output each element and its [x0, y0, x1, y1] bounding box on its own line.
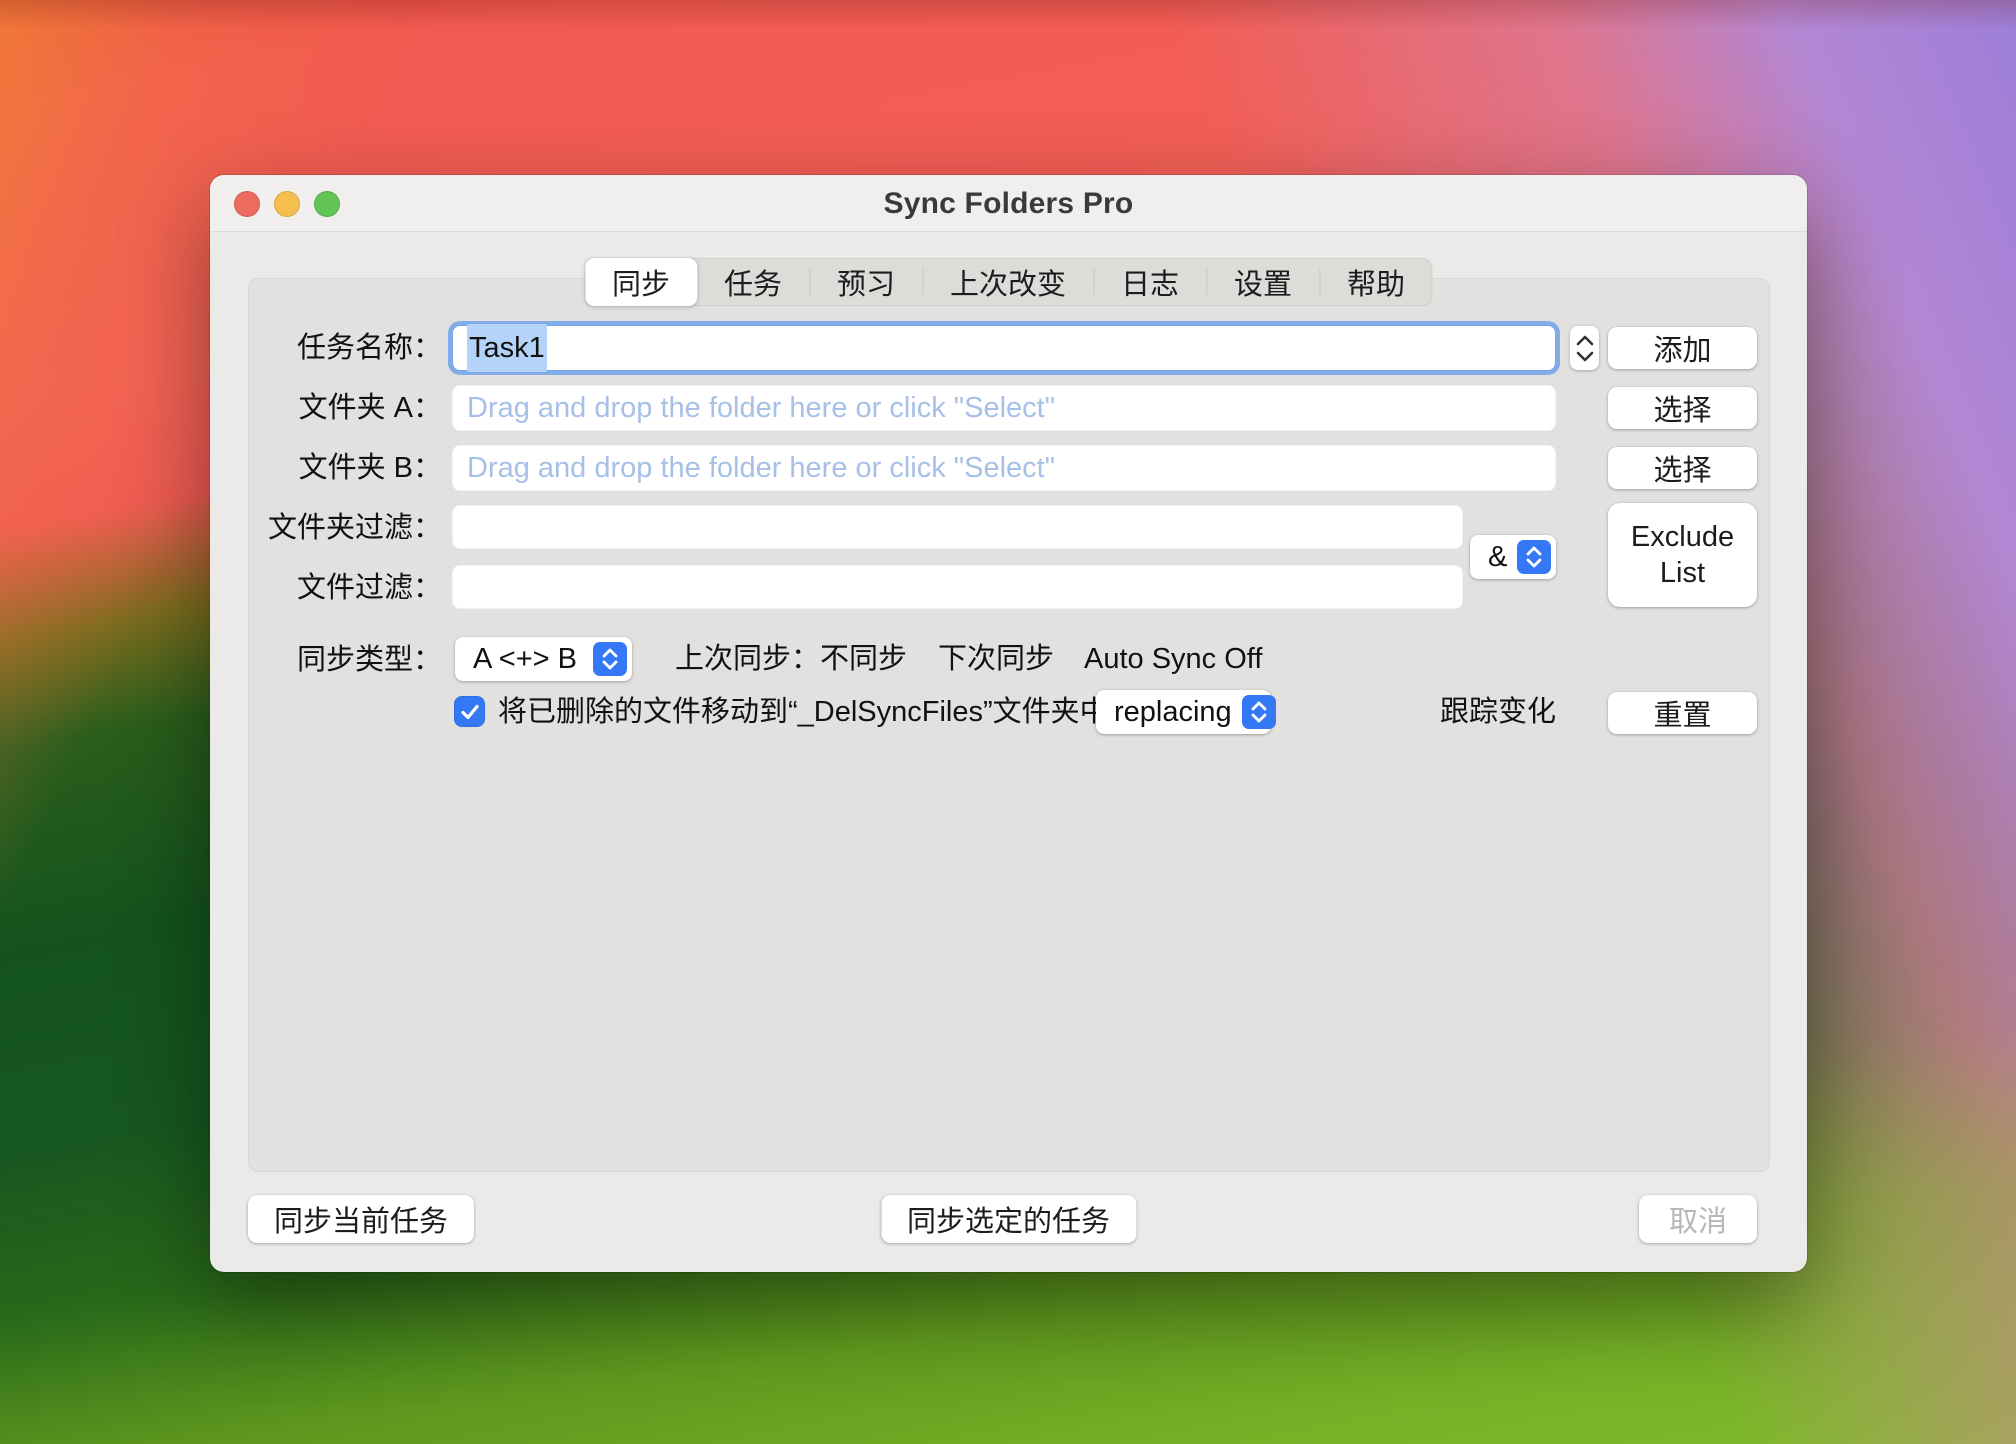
add-task-button[interactable]: 添加	[1608, 327, 1757, 369]
folder-b-label: 文件夹 B：	[248, 445, 442, 491]
folder-a-input[interactable]	[452, 385, 1556, 431]
replace-mode-popup[interactable]: replacing	[1096, 690, 1271, 734]
sync-type-popup[interactable]: A <+> B	[455, 637, 632, 681]
tab-settings[interactable]: 设置	[1207, 258, 1319, 306]
tab-last-changes[interactable]: 上次改变	[923, 258, 1093, 306]
next-sync-value: Auto Sync Off	[1084, 637, 1262, 681]
file-filter-label: 文件过滤：	[248, 565, 442, 611]
last-sync-label: 上次同步：	[675, 637, 820, 681]
replace-mode-value: replacing	[1114, 696, 1232, 729]
next-sync-label: 下次同步	[938, 637, 1054, 681]
exclude-list-button[interactable]: Exclude List	[1608, 503, 1757, 607]
folder-b-select-button[interactable]: 选择	[1608, 447, 1757, 489]
folder-a-select-button[interactable]: 选择	[1608, 387, 1757, 429]
popup-chevrons-icon	[1517, 540, 1551, 574]
sync-selected-tasks-button[interactable]: 同步选定的任务	[881, 1195, 1136, 1243]
checkmark-icon	[460, 703, 480, 721]
folder-b-input[interactable]	[452, 445, 1556, 491]
task-name-label: 任务名称：	[248, 325, 442, 371]
file-filter-input[interactable]	[452, 565, 1463, 609]
tab-help[interactable]: 帮助	[1320, 258, 1432, 306]
task-stepper[interactable]	[1570, 326, 1599, 370]
last-sync-value: 不同步	[820, 637, 907, 681]
cancel-button[interactable]: 取消	[1639, 1195, 1757, 1243]
reset-button[interactable]: 重置	[1608, 692, 1757, 734]
sync-type-label: 同步类型：	[248, 637, 442, 683]
sync-folders-pro-window: Sync Folders Pro 同步 任务 预习 上次改变 日志 设置 帮助 …	[210, 175, 1807, 1272]
tab-bar: 同步 任务 预习 上次改变 日志 设置 帮助	[585, 258, 1432, 306]
tab-preview[interactable]: 预习	[810, 258, 922, 306]
folder-filter-label: 文件夹过滤：	[248, 505, 442, 551]
window-title: Sync Folders Pro	[210, 175, 1807, 232]
tab-sync[interactable]: 同步	[585, 258, 697, 306]
filter-operator-value: &	[1488, 541, 1507, 574]
chevron-up-icon	[1576, 334, 1594, 346]
sync-form-panel: 任务名称： Task1 添加 文件夹 A： 选择 文件夹 B： 选择 文件夹过滤…	[248, 278, 1770, 1172]
folder-filter-input[interactable]	[452, 505, 1463, 549]
popup-chevrons-icon	[1242, 695, 1276, 729]
chevron-down-icon	[1576, 351, 1594, 363]
sync-type-value: A <+> B	[473, 643, 577, 676]
track-changes-label: 跟踪变化	[1440, 690, 1556, 734]
task-name-value: Task1	[467, 324, 547, 372]
folder-a-label: 文件夹 A：	[248, 385, 442, 431]
tab-tasks[interactable]: 任务	[697, 258, 809, 306]
move-deleted-checkbox[interactable]	[454, 696, 485, 727]
task-name-input[interactable]: Task1	[452, 325, 1556, 371]
move-deleted-label: 将已删除的文件移动到“_DelSyncFiles”文件夹中	[498, 690, 1109, 734]
popup-chevrons-icon	[593, 642, 627, 676]
tab-log[interactable]: 日志	[1094, 258, 1206, 306]
titlebar: Sync Folders Pro	[210, 175, 1807, 232]
sync-current-task-button[interactable]: 同步当前任务	[248, 1195, 474, 1243]
filter-operator-popup[interactable]: &	[1470, 535, 1556, 579]
